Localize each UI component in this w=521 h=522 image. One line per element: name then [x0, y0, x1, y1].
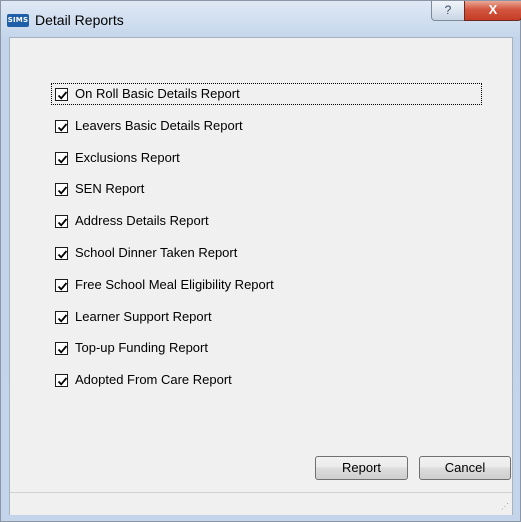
checkbox[interactable] — [55, 374, 68, 388]
report-item[interactable]: On Roll Basic Details Report — [51, 80, 486, 112]
checkbox[interactable] — [55, 342, 68, 356]
report-label: SEN Report — [75, 181, 145, 197]
checkbox[interactable] — [55, 215, 68, 229]
report-item[interactable]: Learner Support Report — [51, 303, 486, 335]
report-item[interactable]: Address Details Report — [51, 207, 486, 239]
report-button[interactable]: Report — [315, 456, 408, 480]
report-item[interactable]: Exclusions Report — [51, 144, 486, 176]
checkbox[interactable] — [55, 183, 68, 197]
checkbox[interactable] — [55, 278, 68, 292]
question-icon: ? — [444, 3, 452, 17]
report-checkbox-list: On Roll Basic Details Report Leavers Bas… — [51, 80, 486, 398]
report-item[interactable]: School Dinner Taken Report — [51, 239, 486, 271]
detail-reports-dialog: SIMS Detail Reports ? X On Roll Basic De… — [0, 0, 521, 522]
checkbox[interactable] — [55, 88, 68, 101]
report-label: Top-up Funding Report — [75, 340, 208, 356]
report-label: School Dinner Taken Report — [75, 244, 238, 260]
report-item[interactable]: SEN Report — [51, 175, 486, 207]
cancel-button[interactable]: Cancel — [419, 456, 511, 480]
report-item[interactable]: Leavers Basic Details Report — [51, 112, 486, 144]
sims-app-icon: SIMS — [7, 14, 29, 27]
resize-grip-icon[interactable]: ⋰ — [499, 502, 509, 512]
report-label: Address Details Report — [75, 213, 209, 229]
checkbox[interactable] — [55, 310, 68, 324]
report-label: Exclusions Report — [75, 149, 180, 165]
report-label: Adopted From Care Report — [75, 372, 232, 388]
status-bar: ⋰ — [10, 492, 512, 515]
report-label: Leavers Basic Details Report — [75, 117, 243, 133]
window-title: Detail Reports — [35, 12, 124, 28]
report-label: Learner Support Report — [75, 308, 212, 324]
close-icon: X — [488, 2, 498, 17]
checkbox[interactable] — [55, 119, 68, 133]
report-label: Free School Meal Eligibility Report — [75, 276, 274, 292]
dialog-body: On Roll Basic Details Report Leavers Bas… — [9, 37, 513, 515]
checkbox[interactable] — [55, 151, 68, 165]
checkbox[interactable] — [55, 246, 68, 260]
title-bar[interactable]: SIMS Detail Reports ? X — [1, 1, 521, 37]
report-item[interactable]: Top-up Funding Report — [51, 334, 486, 366]
report-label: On Roll Basic Details Report — [75, 86, 240, 101]
report-item[interactable]: Free School Meal Eligibility Report — [51, 271, 486, 303]
help-button[interactable]: ? — [431, 1, 465, 21]
report-item[interactable]: Adopted From Care Report — [51, 366, 486, 398]
close-button[interactable]: X — [464, 1, 521, 21]
